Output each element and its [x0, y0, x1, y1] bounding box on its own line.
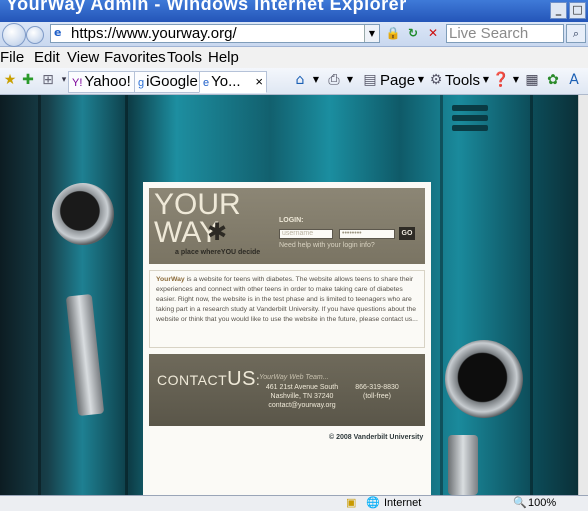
tab-yourway-label: Yo...	[211, 73, 241, 90]
locker-handle-image	[65, 293, 105, 417]
refresh-icon[interactable]: ↻	[405, 25, 421, 41]
about-brand: YourWay	[156, 276, 185, 283]
contact-word: CONTACT	[157, 372, 228, 388]
search-input[interactable]: Live Search	[446, 24, 564, 43]
menu-help[interactable]: Help	[208, 49, 239, 66]
menu-bar: File Edit View Favorites Tools Help	[0, 47, 588, 69]
about-section: YourWay is a website for teens with diab…	[149, 270, 425, 348]
window-titlebar: YourWay Admin - Windows Internet Explore…	[0, 0, 588, 22]
password-input[interactable]: ••••••••	[339, 229, 395, 239]
menu-favorites[interactable]: Favorites	[104, 49, 166, 66]
tab-igoogle[interactable]: g iGoogle	[134, 71, 202, 93]
address-url[interactable]: https://www.yourway.org/	[71, 25, 237, 43]
locker-handle-image	[448, 435, 478, 495]
favorites-star-icon[interactable]: ★	[2, 72, 18, 88]
page-icon: ▤	[363, 72, 377, 88]
phone-note: (toll-free)	[362, 393, 391, 400]
locker-vent	[452, 125, 488, 131]
combination-lock-image	[52, 183, 114, 245]
chevron-down-icon[interactable]: ▼	[308, 72, 324, 88]
forward-button[interactable]	[26, 26, 44, 44]
chevron-down-icon[interactable]: ▼	[413, 72, 429, 88]
zone-label: Internet	[384, 497, 422, 509]
contact-us: US	[227, 368, 256, 390]
navigation-bar: e https://www.yourway.org/ ▼ 🔒 ↻ ✕ Live …	[0, 22, 588, 47]
tab-yahoo[interactable]: Y! Yahoo!	[68, 71, 135, 93]
site-tagline: a place whereYOU decide	[175, 249, 261, 256]
window-controls: _ □	[550, 2, 586, 19]
menu-file[interactable]: File	[0, 49, 24, 66]
copyright-text: © 2008 Vanderbilt University	[329, 434, 424, 441]
locker-edge	[530, 95, 533, 495]
contact-team: YourWay Web Team...	[259, 374, 329, 381]
messenger-icon[interactable]: ✿	[545, 72, 561, 88]
locker-edge	[125, 95, 128, 495]
home-icon[interactable]: ⌂	[292, 72, 308, 88]
security-icon: ▣	[346, 497, 357, 509]
translate-icon[interactable]: A	[566, 72, 582, 88]
stop-icon[interactable]: ✕	[425, 25, 441, 41]
tab-igoogle-label: iGoogle	[146, 73, 198, 90]
locker-edge	[38, 95, 41, 495]
asterisk-icon: ✱	[207, 218, 228, 246]
chevron-down-icon[interactable]: ▼	[364, 25, 379, 42]
yahoo-icon: Y!	[72, 77, 83, 89]
status-bar: ▣ 🌐 Internet 🔍 100%	[0, 495, 588, 511]
menu-edit[interactable]: Edit	[34, 49, 60, 66]
address-line1: 461 21st Avenue South	[265, 384, 339, 391]
minimize-button[interactable]: _	[550, 2, 567, 19]
globe-icon: 🌐	[366, 497, 380, 509]
quick-tabs-icon[interactable]: ⊞	[40, 72, 56, 88]
vertical-scrollbar[interactable]	[578, 95, 588, 495]
ie-icon: e	[203, 77, 210, 89]
window-title: YourWay Admin - Windows Internet Explore…	[6, 0, 407, 14]
page-menu-button[interactable]: Page	[380, 73, 415, 89]
maximize-button[interactable]: □	[569, 2, 586, 19]
tab-yahoo-label: Yahoo!	[84, 73, 131, 90]
locker-edge	[440, 95, 443, 495]
zoom-level[interactable]: 100%	[528, 496, 556, 511]
web-page: YOUR WAY ✱ a place whereYOU decide LOGIN…	[0, 95, 588, 495]
contact-email-link[interactable]: contact@yourway.org	[259, 401, 345, 410]
menu-tools[interactable]: Tools	[167, 49, 202, 66]
search-icon[interactable]: ⌕	[566, 24, 586, 43]
contact-phone: 866-319-8830 (toll-free)	[347, 383, 407, 401]
address-bar[interactable]: e https://www.yourway.org/ ▼	[50, 24, 380, 43]
phone-number: 866-319-8830	[355, 384, 399, 391]
site-card: YOUR WAY ✱ a place whereYOU decide LOGIN…	[143, 182, 431, 495]
combination-lock-image	[445, 340, 523, 418]
lock-icon[interactable]: 🔒	[385, 25, 401, 41]
igoogle-icon: g	[138, 77, 145, 89]
login-help-link[interactable]: Need help with your login info?	[279, 242, 375, 249]
contact-section: CONTACTUS: YourWay Web Team... 461 21st …	[149, 354, 425, 426]
research-icon[interactable]: ▦	[524, 72, 540, 88]
locker-vent	[452, 105, 488, 111]
username-input[interactable]: username	[279, 229, 333, 239]
contact-address: 461 21st Avenue South Nashville, TN 3724…	[259, 383, 345, 410]
chevron-down-icon[interactable]: ▼	[508, 72, 524, 88]
print-icon[interactable]: ⎙	[326, 72, 342, 88]
help-icon[interactable]: ❓	[492, 72, 509, 88]
tools-menu-button[interactable]: Tools	[445, 73, 480, 89]
login-label: LOGIN:	[279, 217, 304, 224]
about-body: is a website for teens with diabetes. Th…	[156, 276, 418, 323]
login-go-button[interactable]: GO	[399, 227, 415, 240]
tab-bar: ★ ✚ ⊞ ▾ Y! Yahoo! g iGoogle e Yo... × ⌂ ▼ ⎙…	[0, 68, 588, 95]
address-line2: Nashville, TN 37240	[270, 393, 334, 400]
tab-yourway[interactable]: e Yo... ×	[199, 71, 267, 93]
close-tab-icon[interactable]: ×	[255, 72, 263, 91]
zoom-icon: 🔍	[513, 497, 527, 509]
ie-icon: e	[54, 26, 62, 39]
about-text: YourWay is a website for teens with diab…	[156, 275, 418, 325]
back-button[interactable]	[2, 23, 26, 47]
menu-view[interactable]: View	[67, 49, 99, 66]
chevron-down-icon[interactable]: ▼	[342, 72, 358, 88]
add-favorites-icon[interactable]: ✚	[20, 72, 36, 88]
contact-title: CONTACTUS:	[157, 368, 260, 391]
site-header: YOUR WAY ✱ a place whereYOU decide LOGIN…	[149, 188, 425, 264]
locker-vent	[452, 115, 488, 121]
gear-icon: ⚙	[429, 72, 443, 88]
